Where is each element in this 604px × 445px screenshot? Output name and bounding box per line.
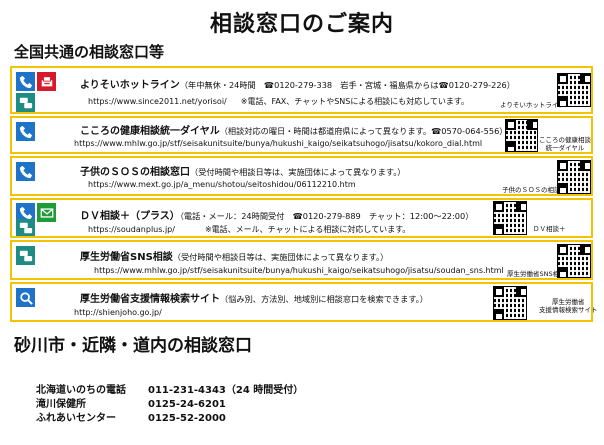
qr-label: こころの健康相談 統一ダイヤル	[539, 136, 591, 152]
entry-info: （悩み別、方法別、地域別に相談窓口を検索できます。）	[220, 294, 428, 304]
entry-name: 厚生労働省支援情報検索サイト	[80, 294, 220, 305]
local-contact-name: 滝川保健所	[36, 399, 86, 410]
local-section-heading: 砂川市・近隣・道内の相談窓口	[14, 336, 252, 356]
local-contact-takikawa: 滝川保健所 0125-24-6201	[36, 395, 226, 410]
chat-icon	[16, 219, 35, 236]
qr-label: ＤＶ相談＋	[533, 225, 566, 233]
qr-code	[493, 286, 527, 320]
local-contact-fureai: ふれあいセンター 0125-52-2000	[36, 409, 226, 424]
local-contact-phone: 0125-52-2000	[148, 413, 226, 424]
entry-note: ※電話、FAX、チャットやSNSによる相談にも対応しています。	[240, 97, 470, 106]
entry-url[interactable]: https://www.since2011.net/yorisoi/	[88, 97, 227, 106]
entry-info: （相談対応の曜日・時間は都道府県によって異なります。☎0570-064-556）	[219, 126, 508, 136]
consult-card-dv-plus: ＤＶ相談＋（プラス）（電話・メール：24時間受付 ☎0120-279-889 チ…	[10, 198, 593, 238]
search-icon	[16, 288, 35, 307]
phone-icon	[16, 72, 35, 91]
qr-code	[557, 244, 591, 278]
entry-name: 子供のＳＯＳの相談窓口	[80, 167, 190, 178]
qr-code	[557, 160, 591, 194]
mail-icon	[37, 203, 56, 222]
entry-info: （電話・メール：24時間受付 ☎0120-279-889 チャット：12:00～…	[179, 211, 474, 221]
entry-info: （年中無休・24時間 ☎0120-279-338 岩手・宮城・福島県からは☎01…	[179, 80, 515, 90]
entry-name: 厚生労働省SNS相談	[80, 252, 173, 263]
national-section-heading: 全国共通の相談窓口等	[14, 43, 165, 61]
entry-note: ※電話、メール、チャットによる相談に対応しています。	[204, 225, 411, 234]
phone-icon	[16, 122, 35, 141]
consult-card-mhlw-sns: 厚生労働省SNS相談（受付時間や相談日等は、実施団体によって異なります。） ht…	[10, 240, 593, 280]
local-contact-name: 北海道いのちの電話	[36, 385, 126, 396]
entry-url[interactable]: https://www.mhlw.go.jp/stf/seisakunitsui…	[74, 139, 482, 148]
chat-icon	[16, 93, 35, 112]
entry-url[interactable]: https://www.mext.go.jp/a_menu/shotou/sei…	[88, 180, 356, 189]
consult-card-yorisoi: よりそいホットライン（年中無休・24時間 ☎0120-279-338 岩手・宮城…	[10, 66, 593, 114]
page-title: 相談窓口のご案内	[209, 12, 394, 37]
qr-label: よりそいホットライン	[500, 101, 565, 109]
entry-info: （受付時間や相談日等は、実施団体によって異なります。）	[190, 167, 406, 177]
consult-card-kodomo-sos: 子供のＳＯＳの相談窓口（受付時間や相談日等は、実施団体によって異なります。） h…	[10, 156, 593, 196]
entry-name: ＤＶ相談＋（プラス）	[80, 211, 180, 222]
local-contact-inochi: 北海道いのちの電話 011-231-4343（24 時間受付）	[36, 381, 303, 396]
local-contact-name: ふれあいセンター	[36, 413, 116, 424]
qr-label: 厚生労働省 支援情報検索サイト	[539, 298, 598, 314]
consult-card-kokoro: こころの健康相談統一ダイヤル（相談対応の曜日・時間は都道府県によって異なります。…	[10, 116, 593, 154]
qr-code	[557, 73, 591, 107]
entry-url[interactable]: https://www.mhlw.go.jp/stf/seisakunitsui…	[94, 266, 504, 275]
entry-url[interactable]: http://shienjoho.go.jp/	[74, 308, 162, 317]
qr-code	[493, 201, 527, 235]
phone-icon	[16, 162, 35, 181]
fax-icon	[37, 72, 56, 91]
entry-info: （受付時間や相談日等は、実施団体によって異なります。）	[172, 252, 389, 262]
entry-name: よりそいホットライン	[80, 80, 180, 91]
entry-name: こころの健康相談統一ダイヤル	[80, 126, 220, 137]
qr-code	[505, 119, 538, 152]
chat-icon	[16, 246, 35, 265]
entry-url[interactable]: https://soudanplus.jp/	[88, 225, 175, 234]
consult-card-shienjoho: 厚生労働省支援情報検索サイト（悩み別、方法別、地域別に相談窓口を検索できます。）…	[10, 282, 598, 322]
